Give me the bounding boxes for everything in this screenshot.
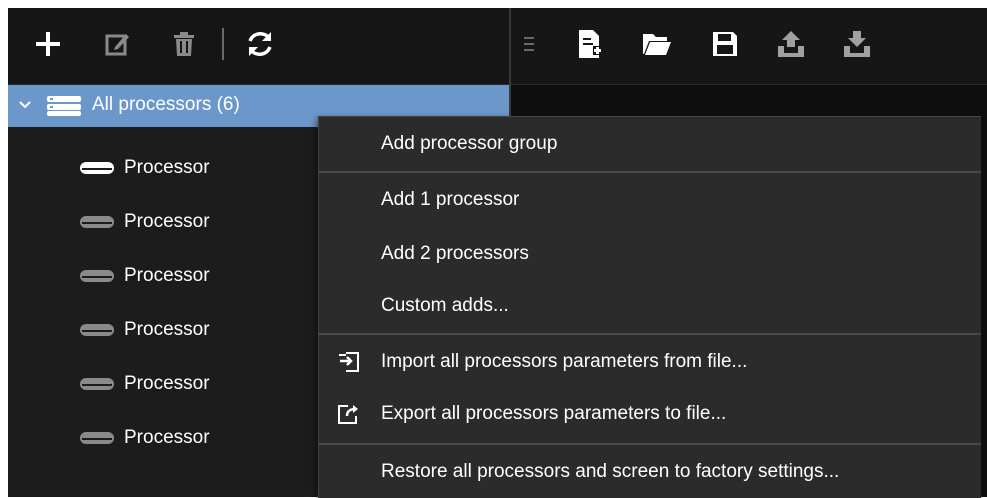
toolbar-separator [222, 28, 224, 60]
tree-root-label: All processors (6) [92, 94, 240, 115]
menu-item-label: Add 1 processor [381, 189, 520, 210]
processor-icon [80, 377, 114, 395]
processor-icon [80, 323, 114, 341]
tree-item-label: Processor [124, 319, 210, 340]
menu-separator [319, 443, 981, 445]
processor-icon [80, 215, 114, 233]
menu-item-restore-factory-settings[interactable]: Restore all processors and screen to fac… [319, 449, 981, 497]
menu-item-label: Restore all processors and screen to fac… [381, 461, 840, 482]
import-file-icon [337, 350, 361, 379]
export-file-icon [337, 402, 361, 431]
open-folder-icon[interactable] [639, 26, 675, 62]
menu-item-label: Add 2 processors [381, 243, 529, 264]
tree-item-label: Processor [124, 157, 210, 178]
tree-item-label: Processor [124, 265, 210, 286]
drag-handle-icon[interactable] [519, 26, 539, 62]
processor-icon [80, 269, 114, 287]
new-file-icon[interactable] [572, 26, 608, 62]
processor-rack-icon [46, 95, 82, 122]
plus-icon[interactable] [30, 26, 66, 62]
download-icon[interactable] [839, 26, 875, 62]
menu-item-add-processor-group[interactable]: Add processor group [319, 121, 981, 169]
menu-item-custom-adds[interactable]: Custom adds... [319, 283, 981, 331]
menu-item-add-2-processors[interactable]: Add 2 processors [319, 231, 981, 279]
menu-separator [319, 171, 981, 173]
menu-item-label: Custom adds... [381, 295, 509, 316]
menu-item-add-1-processor[interactable]: Add 1 processor [319, 177, 981, 225]
save-icon[interactable] [707, 26, 743, 62]
main-toolbar [511, 8, 987, 85]
trash-icon[interactable] [166, 26, 202, 62]
refresh-icon[interactable] [242, 26, 278, 62]
menu-item-import-parameters[interactable]: Import all processors parameters from fi… [319, 339, 981, 387]
chevron-down-icon[interactable] [18, 98, 32, 117]
context-menu: Add processor group Add 1 processor Add … [318, 116, 981, 498]
tree-item-label: Processor [124, 211, 210, 232]
tree-toolbar [8, 8, 510, 85]
menu-item-export-parameters[interactable]: Export all processors parameters to file… [319, 391, 981, 439]
upload-icon[interactable] [773, 26, 809, 62]
menu-item-label: Add processor group [381, 133, 558, 154]
tree-item-label: Processor [124, 373, 210, 394]
tree-item-label: Processor [124, 427, 210, 448]
processor-icon [80, 161, 114, 179]
edit-icon[interactable] [100, 26, 136, 62]
menu-item-label: Import all processors parameters from fi… [381, 351, 748, 372]
menu-item-label: Export all processors parameters to file… [381, 403, 727, 424]
processor-icon [80, 431, 114, 449]
menu-separator [319, 333, 981, 335]
